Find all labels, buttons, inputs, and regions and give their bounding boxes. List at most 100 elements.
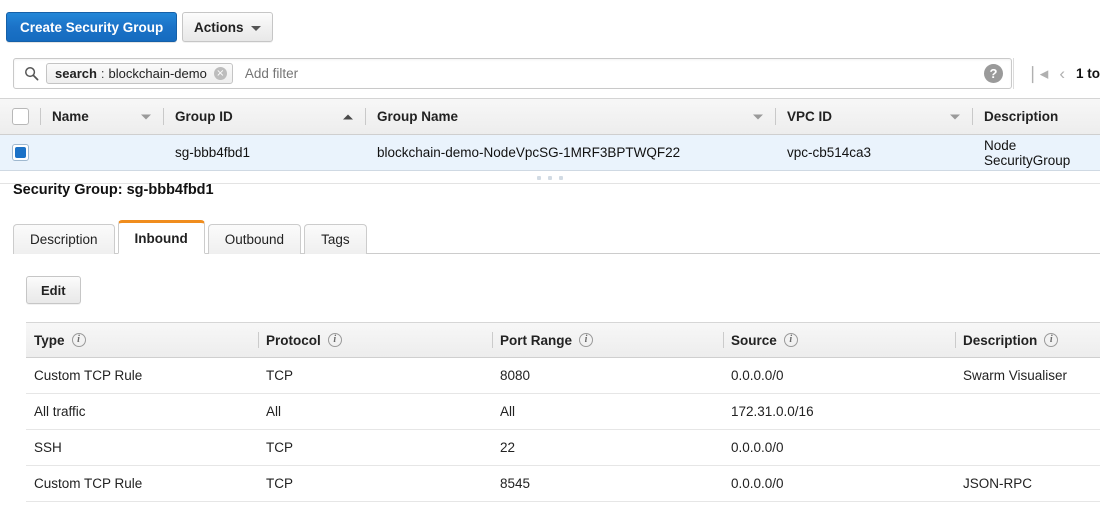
tab-inbound-label: Inbound (134, 230, 188, 246)
rule-description: Swarm Visualiser (963, 368, 1068, 383)
edit-button-label: Edit (41, 282, 66, 298)
rule-source: 0.0.0.0/0 (731, 368, 784, 383)
rules-column-port-range: Port Range i (492, 323, 723, 357)
inbound-rules-table: Type i Protocol i Port Range i Source i … (26, 322, 1100, 502)
cell-description: Node SecurityGroup (984, 137, 1071, 168)
actions-label: Actions (194, 19, 244, 35)
rules-column-protocol-label: Protocol (266, 332, 321, 348)
column-header-description-label: Description (984, 109, 1059, 124)
rules-column-description-label: Description (963, 332, 1038, 348)
column-header-name[interactable]: Name (40, 99, 163, 134)
previous-page-icon[interactable]: ‹ (1059, 65, 1065, 82)
grip-dot-icon (559, 175, 563, 180)
rule-description (955, 394, 1100, 429)
sort-descending-icon[interactable] (141, 114, 151, 119)
top-toolbar: Create Security Group Actions (0, 0, 1100, 50)
column-header-vpc-id[interactable]: VPC ID (775, 99, 972, 134)
actions-button[interactable]: Actions (182, 12, 273, 42)
info-icon[interactable]: i (1044, 333, 1059, 347)
rule-protocol: TCP (266, 368, 293, 383)
table-row[interactable]: Custom TCP Rule TCP 8080 0.0.0.0/0 Swarm… (26, 358, 1100, 394)
sort-descending-icon[interactable] (950, 114, 960, 119)
chevron-down-icon (250, 25, 261, 31)
rule-source: 0.0.0.0/0 (731, 476, 784, 491)
rule-source: 0.0.0.0/0 (731, 440, 784, 455)
rule-port-range: 8080 (500, 368, 531, 383)
column-header-group-name[interactable]: Group Name (365, 99, 775, 134)
create-security-group-label: Create Security Group (20, 19, 164, 35)
detail-tabs: Description Inbound Outbound Tags (13, 220, 1100, 254)
filter-bar: search : blockchain-demo × ? ❘◂ ‹ 1 to (0, 50, 1100, 98)
tab-outbound-label: Outbound (224, 232, 285, 247)
tab-tags-label: Tags (321, 232, 350, 247)
table-row[interactable]: All traffic All All 172.31.0.0/16 (26, 394, 1100, 430)
rule-type: All traffic (34, 404, 86, 419)
tab-tags[interactable]: Tags (304, 224, 367, 254)
cell-vpc-id: vpc-cb514ca3 (787, 145, 872, 160)
column-header-description[interactable]: Description (972, 99, 1100, 134)
rule-description: JSON-RPC (963, 476, 1033, 491)
info-icon[interactable]: i (783, 333, 798, 347)
info-icon[interactable]: i (71, 333, 86, 347)
pagination-range: 1 to (1075, 66, 1100, 81)
remove-filter-icon[interactable]: × (213, 67, 227, 80)
search-token-key: search (55, 66, 97, 81)
info-icon[interactable]: i (579, 333, 594, 347)
edit-button[interactable]: Edit (26, 276, 81, 304)
rule-protocol: TCP (266, 476, 293, 491)
security-groups-table: Name Group ID Group Name VPC ID Descript… (0, 98, 1100, 171)
table-header-row: Name Group ID Group Name VPC ID Descript… (0, 98, 1100, 135)
column-header-name-label: Name (52, 109, 89, 124)
row-select-cell[interactable] (0, 135, 40, 170)
cell-name (40, 135, 163, 170)
rules-column-source: Source i (723, 323, 955, 357)
sort-descending-icon[interactable] (753, 114, 763, 119)
rules-column-type: Type i (26, 323, 258, 357)
rules-column-source-label: Source (731, 332, 777, 348)
rule-port-range: 8545 (500, 476, 531, 491)
search-box[interactable]: search : blockchain-demo × ? (13, 58, 1012, 89)
tab-inbound[interactable]: Inbound (117, 220, 205, 254)
select-all-cell[interactable] (0, 99, 40, 134)
column-header-group-id-label: Group ID (175, 109, 233, 124)
grip-dot-icon (537, 175, 541, 180)
rules-column-protocol: Protocol i (258, 323, 492, 357)
column-header-group-name-label: Group Name (377, 109, 459, 124)
rules-column-description: Description i (955, 323, 1100, 357)
search-filter-token[interactable]: search : blockchain-demo × (46, 63, 233, 84)
rule-port-range: 22 (500, 440, 516, 455)
first-page-icon[interactable]: ❘◂ (1026, 65, 1049, 82)
search-token-separator: : (100, 66, 105, 81)
pagination-controls: ❘◂ ‹ 1 to (1012, 58, 1100, 89)
sort-ascending-icon[interactable] (343, 114, 353, 119)
table-row[interactable]: SSH TCP 22 0.0.0.0/0 (26, 430, 1100, 466)
table-row[interactable]: Custom TCP Rule TCP 8545 0.0.0.0/0 JSON-… (26, 466, 1100, 502)
column-header-vpc-id-label: VPC ID (787, 109, 833, 124)
create-security-group-button[interactable]: Create Security Group (6, 12, 178, 42)
search-icon (25, 67, 39, 81)
grip-dot-icon (548, 175, 552, 180)
table-row[interactable]: sg-bbb4fbd1 blockchain-demo-NodeVpcSG-1M… (0, 135, 1100, 171)
cell-group-id: sg-bbb4fbd1 (175, 145, 251, 160)
rule-type: Custom TCP Rule (34, 476, 143, 491)
rules-column-port-range-label: Port Range (500, 332, 573, 348)
help-icon[interactable]: ? (984, 64, 1003, 83)
tab-description[interactable]: Description (13, 224, 115, 254)
rule-description (955, 430, 1100, 465)
rule-protocol: All (266, 404, 282, 419)
info-icon[interactable]: i (327, 333, 342, 347)
search-token-value: blockchain-demo (108, 66, 207, 81)
select-all-checkbox[interactable] (11, 108, 29, 125)
rule-port-range: All (500, 404, 516, 419)
cell-group-name: blockchain-demo-NodeVpcSG-1MRF3BPTWQF22 (377, 145, 681, 160)
row-checkbox[interactable] (11, 144, 29, 161)
rule-type: Custom TCP Rule (34, 368, 143, 383)
rules-column-type-label: Type (34, 332, 65, 348)
tab-outbound[interactable]: Outbound (207, 224, 302, 254)
rules-header-row: Type i Protocol i Port Range i Source i … (26, 322, 1100, 358)
add-filter-input[interactable] (242, 65, 984, 82)
column-header-group-id[interactable]: Group ID (163, 99, 365, 134)
tab-description-label: Description (30, 232, 98, 247)
page-title: Security Group: sg-bbb4fbd1 (13, 182, 214, 198)
rule-type: SSH (34, 440, 62, 455)
